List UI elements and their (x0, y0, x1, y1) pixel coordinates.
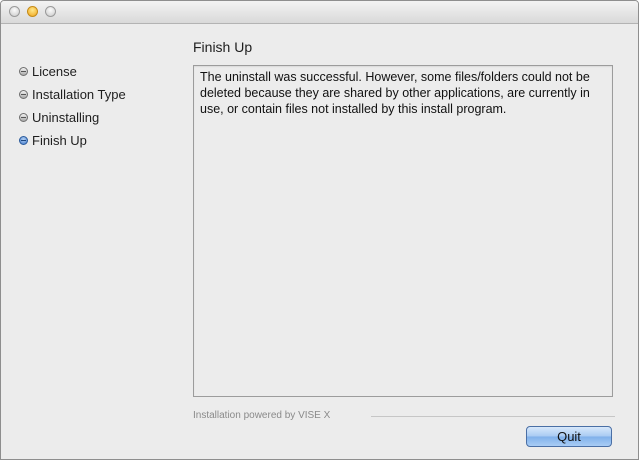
step-label: License (32, 64, 77, 79)
step-label: Installation Type (32, 87, 126, 102)
step-bullet-icon (19, 113, 28, 122)
quit-button[interactable]: Quit (526, 426, 612, 447)
powered-by-text: Installation powered by VISE X (193, 410, 331, 421)
page-title: Finish Up (193, 39, 253, 55)
step-bullet-icon (19, 90, 28, 99)
active-step-bullet-icon (19, 136, 28, 145)
installer-footer: Installation powered by VISE X (193, 410, 615, 424)
close-window-button[interactable] (9, 6, 20, 17)
step-label: Finish Up (32, 133, 87, 148)
message-box: The uninstall was successful. However, s… (193, 65, 613, 397)
footer-divider (371, 416, 615, 417)
installer-window: License Installation Type Uninstalling F… (0, 0, 639, 460)
step-label: Uninstalling (32, 110, 100, 125)
step-bullet-icon (19, 67, 28, 76)
title-bar[interactable] (1, 1, 638, 24)
zoom-window-button[interactable] (45, 6, 56, 17)
minimize-window-button[interactable] (27, 6, 38, 17)
